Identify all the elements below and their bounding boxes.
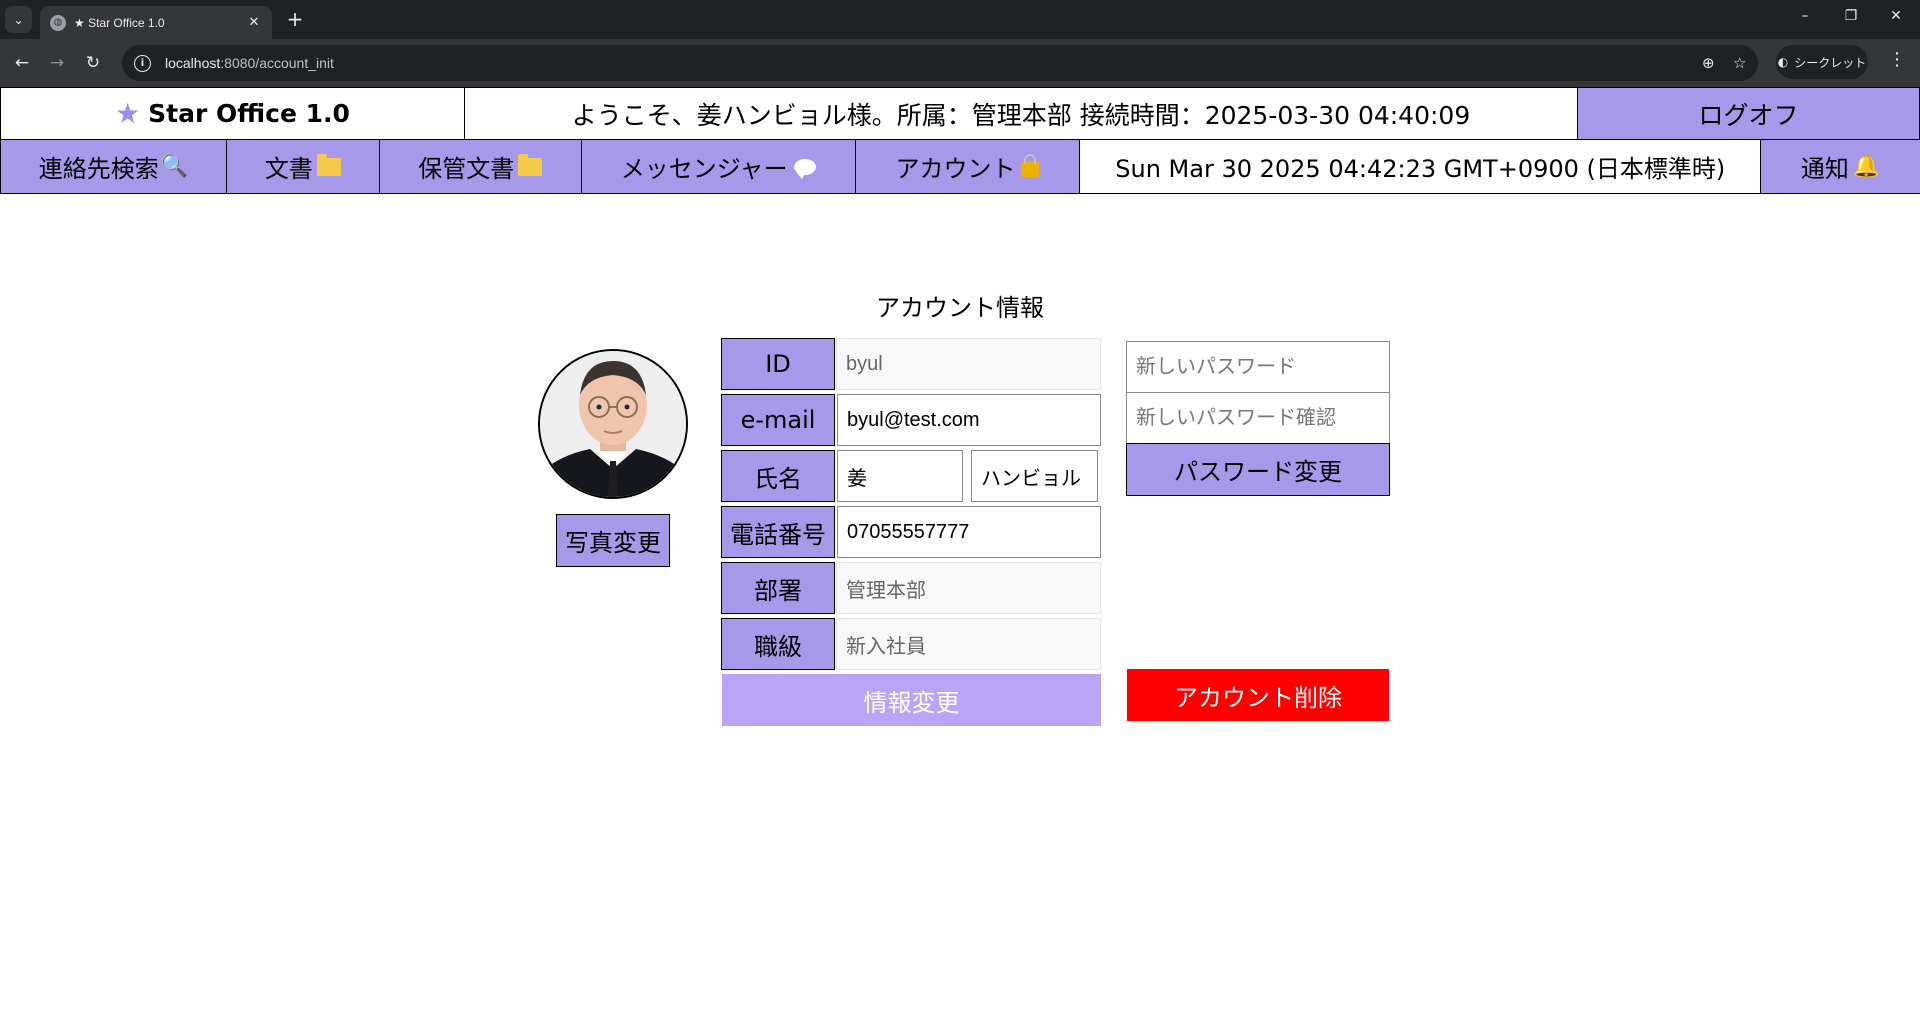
page-title: アカウント情報 xyxy=(876,294,1044,322)
logoff-button[interactable]: ログオフ xyxy=(1577,87,1920,140)
nav-notify-label: 通知 xyxy=(1800,155,1849,183)
nav-row: 連絡先検索 🔍 文書 保管文書 メッセンジャー アカウント Sun Mar 30 … xyxy=(0,140,1920,194)
nav-contacts-label: 連絡先検索 xyxy=(38,155,159,183)
label-dept: 部署 xyxy=(721,562,835,614)
tab-search-icon[interactable]: ⌄ xyxy=(5,6,32,33)
avatar xyxy=(538,349,688,499)
new-tab-icon[interactable]: + xyxy=(284,9,306,29)
profile-photo xyxy=(540,351,686,497)
new-password-input[interactable] xyxy=(1126,341,1390,393)
restore-icon[interactable]: ❐ xyxy=(1841,8,1861,24)
url-path: :8080/account_init xyxy=(220,55,334,71)
change-password-button[interactable]: パスワード変更 xyxy=(1126,443,1390,496)
phone-field[interactable]: 07055557777 xyxy=(837,506,1101,558)
welcome-message: ようこそ、姜ハンビョル様。所属：管理本部 接続時間：2025-03-30 04:… xyxy=(464,87,1578,140)
nav-archived-label: 保管文書 xyxy=(418,155,515,183)
label-name: 氏名 xyxy=(721,450,835,502)
nav-messenger[interactable]: メッセンジャー xyxy=(580,140,856,194)
change-photo-button[interactable]: 写真変更 xyxy=(556,514,670,567)
tab-title: ★ Star Office 1.0 xyxy=(74,15,165,30)
id-field: byul xyxy=(836,338,1101,390)
browser-toolbar: ← → ↻ i localhost:8080/account_init ⊕ ☆ … xyxy=(0,39,1920,87)
incognito-label: シークレット xyxy=(1794,55,1867,70)
delete-account-button[interactable]: アカウント削除 xyxy=(1127,669,1389,721)
site-info-icon[interactable]: i xyxy=(134,54,151,72)
logo-text: Star Office 1.0 xyxy=(148,99,350,128)
dept-field: 管理本部 xyxy=(836,562,1101,614)
window-close-icon[interactable]: ✕ xyxy=(1886,8,1906,24)
browser-tab[interactable]: ◍ ★ Star Office 1.0 ✕ xyxy=(40,6,272,39)
last-name-field[interactable]: 姜 xyxy=(837,450,963,502)
label-email: e-mail xyxy=(721,394,835,446)
reload-icon[interactable]: ↻ xyxy=(81,51,105,75)
search-icon: 🔍 xyxy=(160,154,189,179)
folder-icon xyxy=(518,153,543,176)
bell-icon: 🔔 xyxy=(1852,154,1881,179)
nav-notify[interactable]: 通知 🔔 xyxy=(1760,140,1920,194)
nav-account-label: アカウント xyxy=(895,155,1016,183)
minimize-icon[interactable]: – xyxy=(1795,8,1815,24)
folder-icon xyxy=(316,153,341,176)
update-info-button[interactable]: 情報変更 xyxy=(722,674,1101,726)
current-clock: Sun Mar 30 2025 04:42:23 GMT+0900 (日本標準時… xyxy=(1079,140,1762,194)
browser-menu-icon[interactable]: ⋮ xyxy=(1888,49,1906,70)
back-icon[interactable]: ← xyxy=(10,51,34,75)
zoom-icon[interactable]: ⊕ xyxy=(1702,54,1715,72)
browser-tabstrip: ⌄ ◍ ★ Star Office 1.0 ✕ + – ❐ ✕ xyxy=(0,0,1920,39)
address-bar[interactable]: i localhost:8080/account_init ⊕ ☆ xyxy=(122,45,1758,81)
nav-messenger-label: メッセンジャー xyxy=(620,155,788,183)
label-rank: 職級 xyxy=(721,618,835,670)
url-host: localhost xyxy=(165,55,221,71)
app-logo[interactable]: ★ Star Office 1.0 xyxy=(0,87,465,140)
nav-account[interactable]: アカウント xyxy=(854,140,1081,194)
label-id: ID xyxy=(721,338,835,390)
incognito-icon: ◐ xyxy=(1777,55,1789,69)
label-phone: 電話番号 xyxy=(721,506,835,558)
confirm-password-input[interactable] xyxy=(1126,392,1390,444)
app-header: ★ Star Office 1.0 ようこそ、姜ハンビョル様。所属：管理本部 接… xyxy=(0,87,1920,194)
lock-icon xyxy=(1021,154,1040,177)
rank-field: 新入社員 xyxy=(836,618,1101,670)
star-icon: ★ xyxy=(115,97,141,130)
nav-documents-label: 文書 xyxy=(264,155,313,183)
forward-icon[interactable]: → xyxy=(45,51,69,75)
nav-documents[interactable]: 文書 xyxy=(225,140,380,194)
header-row: ★ Star Office 1.0 ようこそ、姜ハンビョル様。所属：管理本部 接… xyxy=(0,87,1920,140)
globe-icon: ◍ xyxy=(50,14,66,31)
first-name-field[interactable]: ハンビョル xyxy=(971,450,1098,502)
nav-archived[interactable]: 保管文書 xyxy=(378,140,582,194)
nav-contacts[interactable]: 連絡先検索 🔍 xyxy=(0,140,227,194)
speech-bubble-icon xyxy=(793,158,816,179)
email-field[interactable]: byul@test.com xyxy=(837,394,1101,446)
incognito-badge[interactable]: ◐ シークレット xyxy=(1776,45,1868,79)
close-icon[interactable]: ✕ xyxy=(246,15,262,30)
bookmark-star-icon[interactable]: ☆ xyxy=(1733,54,1746,72)
